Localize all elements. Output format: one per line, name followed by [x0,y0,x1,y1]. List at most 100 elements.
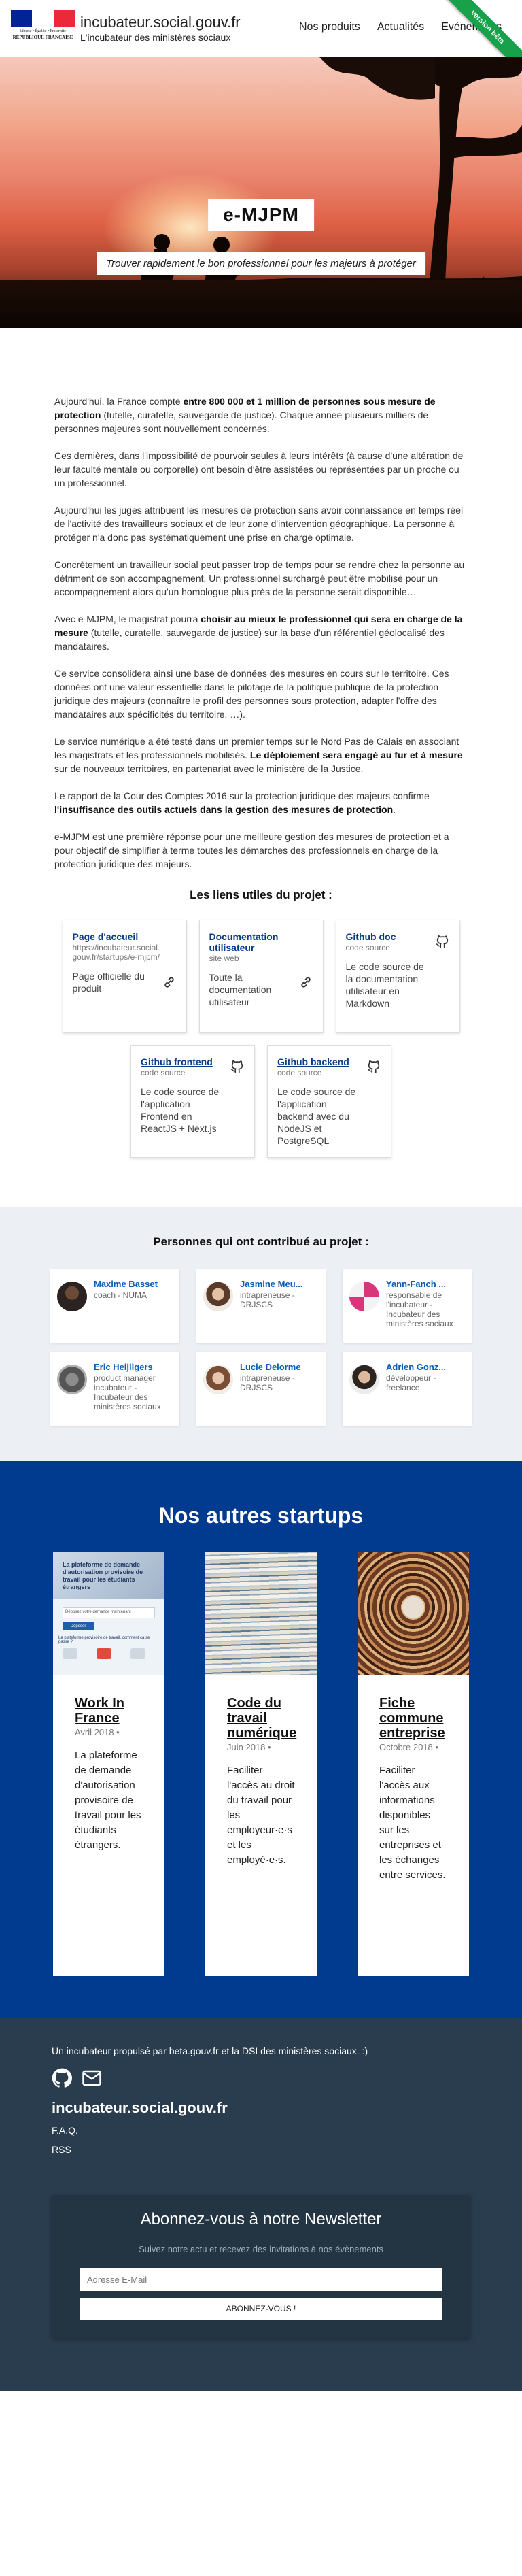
link-card-documentation[interactable]: Documentation utilisateur site web Toute… [198,920,324,1033]
avatar [203,1365,233,1394]
startup-name[interactable]: Code du travail numérique [227,1696,296,1741]
other-startups-section: Nos autres startups La plateforme de dem… [0,1461,522,2018]
link-card-title[interactable]: Page d'accueil [73,931,177,942]
nav-item-actualites[interactable]: Actualités [377,21,424,33]
link-icon [164,977,174,988]
contributor-card[interactable]: Eric Heijligers product manager incubateu… [50,1352,179,1426]
link-card-github-doc[interactable]: Github doc code source Le code source de… [335,920,460,1033]
newsletter-subtitle: Suivez notre actu et recevez des invitat… [139,2244,383,2254]
site-header: Liberté • Égalité • Fraternité RÉPUBLIQU… [0,0,522,79]
link-card-github-frontend[interactable]: Github frontend code source Le code sour… [130,1045,255,1158]
republique-francaise-logo[interactable]: Liberté • Égalité • Fraternité RÉPUBLIQU… [11,10,75,48]
contributor-role: intrapreneuse - DRJSCS [240,1373,295,1392]
link-card-homepage[interactable]: Page d'accueil https://incubateur.social… [62,920,187,1033]
brand-subtitle: L'incubateur des ministères sociaux [80,32,231,43]
link-card-github-backend[interactable]: Github backend code source Le code sourc… [267,1045,392,1158]
newsletter-box: Abonnez-vous à notre Newsletter Suivez n… [52,2195,470,2338]
nav-item-produits[interactable]: Nos produits [299,21,360,33]
useful-links-title: Les liens utiles du projet : [190,888,332,901]
french-flag-icon [11,10,75,27]
startup-date: Juin 2018 • [227,1742,271,1752]
rf-motto: Liberté • Égalité • Fraternité [20,29,66,33]
contributor-name[interactable]: Maxime Basset [94,1279,158,1289]
link-card-subtitle: code source [141,1068,186,1077]
rf-name: RÉPUBLIQUE FRANÇAISE [12,35,73,40]
contributor-card[interactable]: Adrien Gonz... développeur - freelance [343,1352,472,1426]
thumb-title: La plateforme de demande d'autorisation … [63,1561,143,1590]
link-cards-row: Page d'accueil https://incubateur.social… [54,920,468,1033]
paragraph: Aujourd'hui les juges attribuent les mes… [54,505,464,543]
startups-title: Nos autres startups [158,1503,364,1528]
startup-name[interactable]: Fiche commune entreprise [379,1696,447,1741]
github-icon[interactable] [52,2068,72,2088]
useful-links-section: Les liens utiles du projet : Page d'accu… [0,888,522,1158]
startup-card[interactable]: La plateforme de demande d'autorisation … [53,1552,164,1976]
link-card-desc: Page officielle du produit [72,971,145,994]
contributor-role: intrapreneuse - DRJSCS [240,1290,295,1309]
email-icon[interactable] [82,2068,102,2088]
footer-link-rss[interactable]: RSS [52,2144,470,2155]
github-icon [436,935,448,948]
product-description: Aujourd'hui, la France compte entre 800 … [54,328,468,871]
github-icon [367,1060,380,1073]
paragraph: e-MJPM est une première réponse pour une… [54,831,449,869]
github-icon [230,1060,243,1073]
footer-about: Un incubateur propulsé par beta.gouv.fr … [52,2045,368,2056]
startup-thumbnail [205,1552,317,1675]
startup-thumbnail: La plateforme de demande d'autorisation … [53,1552,164,1675]
startup-card[interactable]: Code du travail numérique Juin 2018 • Fa… [205,1552,317,1976]
paragraph: Le rapport de la Cour des Comptes 2016 s… [54,790,430,815]
avatar [203,1282,233,1311]
startups-grid: La plateforme de demande d'autorisation … [53,1552,469,1976]
link-card-desc: Le code source de l'application backend … [277,1086,356,1146]
thumb-button: Déposer [63,1622,94,1630]
contributors-title: Personnes qui ont contribué au projet : [153,1235,369,1248]
brand[interactable]: incubateur.social.gouv.fr L'incubateur d… [80,14,241,44]
footer-link-faq[interactable]: F.A.Q. [52,2125,470,2136]
startup-thumbnail [358,1552,469,1675]
contributor-name[interactable]: Adrien Gonz... [386,1362,465,1372]
contributors-section: Personnes qui ont contribué au projet : … [0,1207,522,1461]
contributor-card[interactable]: Yann-Fanch ... responsable de l'incubateu… [343,1269,472,1343]
link-card-title[interactable]: Documentation utilisateur [209,931,313,953]
site-footer: Un incubateur propulsé par beta.gouv.fr … [0,2018,522,2391]
avatar [349,1365,379,1394]
startup-name[interactable]: Work In France [75,1696,143,1726]
startup-date: Avril 2018 • [75,1727,120,1737]
contributor-role: product manager incubateur - Incubateur … [94,1373,161,1411]
link-card-desc: Le code source de l'application Frontend… [141,1086,220,1134]
contributor-role: développeur - freelance [386,1373,436,1392]
page-title: e-MJPM [208,199,314,231]
contributor-card[interactable]: Lucie Delorme intrapreneuse - DRJSCS [196,1352,326,1426]
avatar [57,1365,87,1394]
startup-desc: Faciliter l'accès au droit du travail po… [227,1764,295,1866]
link-card-subtitle: code source [345,943,390,952]
page-subtitle: Trouver rapidement le bon professionnel … [97,252,425,275]
contributors-grid: Maxime Basset coach - NUMA Jasmine Meu...… [50,1269,472,1426]
contributor-card[interactable]: Jasmine Meu... intrapreneuse - DRJSCS [196,1269,326,1343]
link-card-desc: Toute la documentation utilisateur [209,972,272,1007]
startup-desc: Faciliter l'accès aux informations dispo… [379,1764,446,1881]
contributor-card[interactable]: Maxime Basset coach - NUMA [50,1269,179,1343]
subscribe-button[interactable]: ABONNEZ-VOUS ! [80,2298,442,2320]
contributor-role: responsable de l'incubateur - Incubateur… [386,1290,453,1328]
hero-banner: e-MJPM Trouver rapidement le bon profess… [0,57,522,328]
contributor-name[interactable]: Jasmine Meu... [240,1279,319,1289]
paragraph: Ces dernières, dans l'impossibilité de p… [54,450,464,488]
social-icons [52,2068,470,2088]
contributor-name[interactable]: Eric Heijligers [94,1362,173,1372]
contributor-name[interactable]: Lucie Delorme [240,1362,319,1372]
beta-gouv-link[interactable]: beta.gouv.fr [169,2045,219,2056]
paragraph: Le service numérique a été testé dans un… [54,736,463,774]
email-field[interactable] [80,2268,442,2291]
link-card-subtitle: site web [209,954,239,963]
link-icon [300,977,311,988]
brand-title[interactable]: incubateur.social.gouv.fr [80,14,241,31]
footer-brand[interactable]: incubateur.social.gouv.fr [52,2099,470,2117]
startup-card[interactable]: Fiche commune entreprise Octobre 2018 • … [358,1552,469,1976]
paragraph: Avec e-MJPM, le magistrat pourra choisir… [54,614,463,652]
contributor-name[interactable]: Yann-Fanch ... [386,1279,465,1289]
avatar [349,1282,379,1311]
hero-ground [0,280,522,328]
link-card-desc: Le code source de la documentation utili… [345,961,424,1009]
